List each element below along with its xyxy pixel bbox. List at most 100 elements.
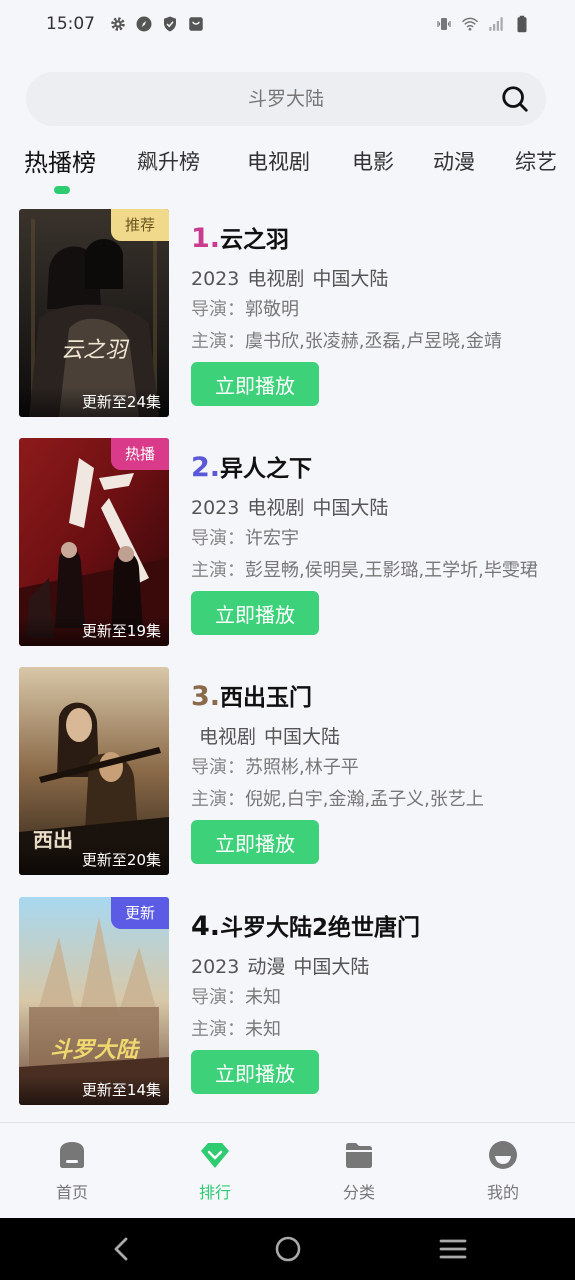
poster[interactable]: 云之羽 推荐 更新至24集 [19,209,169,417]
item-meta: 电视剧 中国大陆 [191,722,559,752]
region: 中国大陆 [312,497,389,519]
ranking-icon [201,1143,229,1168]
region: 中国大陆 [293,956,370,978]
search-input[interactable] [66,88,506,110]
status-time: 15:07 [46,14,95,34]
genre: 电视剧 [247,268,305,290]
tab-variety[interactable]: 综艺 [515,146,557,176]
update-label: 更新至14集 [19,1075,169,1105]
compass-icon [135,15,153,33]
nav-label: 我的 [486,1183,519,1202]
tab-tv[interactable]: 电视剧 [247,146,310,176]
tab-indicator [54,186,70,194]
wifi-icon [461,15,479,33]
title-text: 斗罗大陆2绝世唐门 [220,915,421,941]
director: 许宏宇 [245,528,299,549]
item-info: 4.斗罗大陆2绝世唐门 2023 动漫 中国大陆 导演：未知 主演：未知 立即播放 [191,897,559,1094]
item-meta: 2023 电视剧 中国大陆 [191,264,559,294]
cast-line: 主演：未知 [191,1014,559,1046]
genre: 电视剧 [247,497,305,519]
rank-number: 4. [191,911,221,942]
svg-text:斗罗大陆: 斗罗大陆 [50,1037,141,1063]
list-item[interactable]: 斗罗大陆 更新 更新至14集 4.斗罗大陆2绝世唐门 2023 动漫 中国大陆 导演… [19,897,559,1105]
nav-label: 分类 [342,1183,375,1202]
year: 2023 [191,956,240,978]
tab-rising[interactable]: 飙升榜 [137,146,200,176]
poster[interactable]: 斗罗大陆 更新 更新至14集 [19,897,169,1105]
rank-number: 1. [191,223,221,254]
bottom-nav: 首页 排行 分类 我的 [0,1122,575,1218]
director-label: 导演： [191,987,245,1008]
cast-label: 主演： [191,331,245,352]
item-title[interactable]: 1.云之羽 [191,219,559,259]
settings-gear-icon [109,15,127,33]
menu-icon[interactable] [438,1234,468,1264]
play-button[interactable]: 立即播放 [191,591,319,635]
update-label: 更新至19集 [19,616,169,646]
category-tabs: 热播榜 飙升榜 电视剧 电影 动漫 综艺 [0,140,575,200]
cast-line: 主演：虞书欣,张凌赫,丞磊,卢昱晓,金靖 [191,326,559,358]
item-info: 3.西出玉门 电视剧 中国大陆 导演：苏照彬,林子平 主演：倪妮,白宇,金瀚,孟子… [191,667,559,864]
search-bar[interactable] [26,72,546,126]
cast-label: 主演： [191,1019,245,1040]
cast-line: 主演：倪妮,白宇,金瀚,孟子义,张艺上 [191,784,559,816]
battery-icon [513,15,531,33]
year: 2023 [191,268,240,290]
item-title[interactable]: 2.异人之下 [191,448,559,488]
search-icon[interactable] [500,84,530,114]
nav-category[interactable]: 分类 [314,1139,404,1203]
tab-hot[interactable]: 热播榜 [24,143,96,178]
director-label: 导演： [191,757,245,778]
status-right [435,15,531,33]
tab-anime[interactable]: 动漫 [433,146,475,176]
rank-number: 3. [191,681,221,712]
cast-label: 主演： [191,789,245,810]
shield-icon [161,15,179,33]
cast: 倪妮,白宇,金瀚,孟子义,张艺上 [245,789,484,810]
nav-profile[interactable]: 我的 [458,1139,548,1203]
badge-recommend: 推荐 [110,209,169,241]
director-label: 导演： [191,299,245,320]
director: 苏照彬,林子平 [245,757,359,778]
play-button[interactable]: 立即播放 [191,362,319,406]
poster[interactable]: 热播 更新至19集 [19,438,169,646]
item-title[interactable]: 4.斗罗大陆2绝世唐门 [191,907,559,947]
list-item[interactable]: 西出 更新至20集 3.西出玉门 电视剧 中国大陆 导演：苏照彬,林子平 主演：倪… [19,667,559,875]
title-text: 云之羽 [220,227,290,253]
title-text: 西出玉门 [220,685,313,711]
director-label: 导演： [191,528,245,549]
item-title[interactable]: 3.西出玉门 [191,677,559,717]
cast: 虞书欣,张凌赫,丞磊,卢昱晓,金靖 [245,331,502,352]
director-line: 导演：未知 [191,982,559,1014]
item-meta: 2023 动漫 中国大陆 [191,952,559,982]
director: 郭敬明 [245,299,299,320]
year: 2023 [191,497,240,519]
nav-label: 排行 [198,1183,231,1202]
cast: 未知 [245,1019,281,1040]
director: 未知 [245,987,281,1008]
tab-movie[interactable]: 电影 [352,146,394,176]
region: 中国大陆 [312,268,389,290]
badge-update: 更新 [110,897,169,929]
item-meta: 2023 电视剧 中国大陆 [191,493,559,523]
poster[interactable]: 西出 更新至20集 [19,667,169,875]
status-bar: 15:07 [0,0,575,48]
play-button[interactable]: 立即播放 [191,1050,319,1094]
back-icon[interactable] [107,1234,137,1264]
badge-hot: 热播 [110,438,169,470]
system-nav-bar [0,1218,575,1280]
nav-ranking[interactable]: 排行 [170,1139,260,1203]
list-item[interactable]: 热播 更新至19集 2.异人之下 2023 电视剧 中国大陆 导演：许宏宇 主演：彭… [19,438,559,646]
svg-text:云之羽: 云之羽 [61,338,130,363]
director-line: 导演：苏照彬,林子平 [191,752,559,784]
title-text: 异人之下 [220,456,313,482]
region: 中国大陆 [264,726,341,748]
list-item[interactable]: 云之羽 推荐 更新至24集 1.云之羽 2023 电视剧 中国大陆 导演：郭敬明 主… [19,209,559,417]
director-line: 导演：许宏宇 [191,523,559,555]
status-left: 15:07 [46,14,205,34]
cast-line: 主演：彭昱畅,侯明昊,王影璐,王学圻,毕雯珺 [191,555,559,587]
home-circle-icon[interactable] [273,1234,303,1264]
nav-home[interactable]: 首页 [27,1139,117,1203]
nav-label: 首页 [55,1183,88,1202]
play-button[interactable]: 立即播放 [191,820,319,864]
